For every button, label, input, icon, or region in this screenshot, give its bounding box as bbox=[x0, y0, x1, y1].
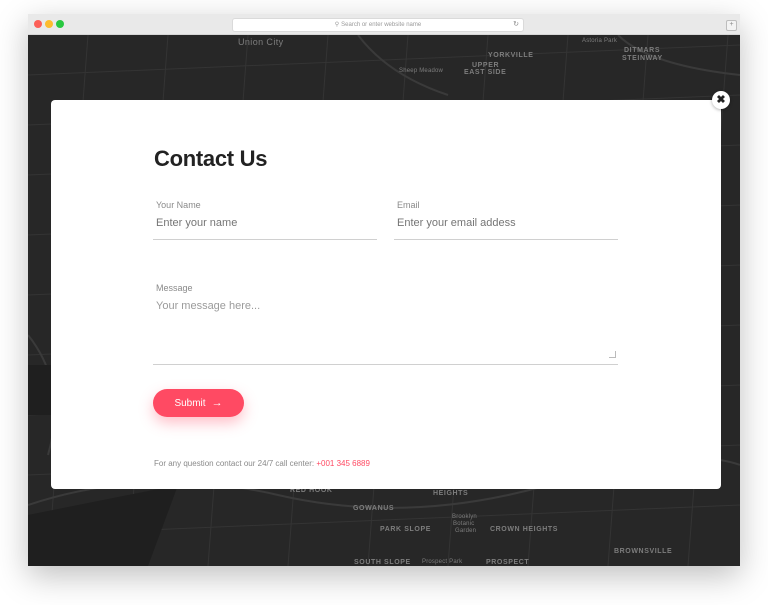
map-label: HEIGHTS bbox=[433, 490, 469, 497]
map-label: PROSPECT bbox=[486, 559, 530, 566]
message-textarea[interactable]: Your message here... bbox=[153, 300, 618, 365]
minimize-window-button[interactable] bbox=[45, 20, 53, 28]
maximize-window-button[interactable] bbox=[56, 20, 64, 28]
map-label: YORKVILLE bbox=[488, 52, 534, 59]
name-input[interactable] bbox=[153, 217, 377, 240]
map-label: STEINWAY bbox=[622, 55, 663, 62]
map-label: PARK SLOPE bbox=[380, 526, 431, 533]
browser-titlebar: ⚲ Search or enter website name ↻ + bbox=[28, 14, 740, 35]
submit-button[interactable]: Submit → bbox=[153, 389, 244, 417]
map-label: UPPER bbox=[472, 62, 500, 69]
magnifier-icon: ⚲ bbox=[334, 22, 340, 28]
resize-handle-icon[interactable] bbox=[609, 351, 616, 358]
map-label: Botanic bbox=[453, 521, 475, 527]
map-label: SOUTH SLOPE bbox=[354, 559, 411, 566]
map-label: Sheep Meadow bbox=[399, 68, 444, 74]
reload-icon[interactable]: ↻ bbox=[513, 19, 519, 31]
contact-modal: Contact Us Your Name Email Message Your … bbox=[51, 100, 721, 489]
page-title: Contact Us bbox=[154, 146, 268, 171]
map-label: Brooklyn bbox=[452, 514, 477, 520]
close-window-button[interactable] bbox=[34, 20, 42, 28]
submit-label: Submit bbox=[174, 398, 206, 409]
address-bar[interactable]: ⚲ Search or enter website name ↻ bbox=[232, 18, 524, 32]
phone-link[interactable]: +001 345 6889 bbox=[316, 459, 370, 468]
arrow-right-icon: → bbox=[211, 397, 223, 409]
map-label: Astoria Park bbox=[582, 38, 618, 44]
map-label: Garden bbox=[455, 528, 477, 534]
email-label: Email bbox=[397, 200, 420, 210]
map-label: BROWNSVILLE bbox=[614, 548, 673, 555]
map-label: Prospect Park bbox=[422, 559, 463, 565]
plus-icon[interactable]: + bbox=[726, 20, 737, 31]
close-icon[interactable]: ✖ bbox=[712, 91, 730, 109]
message-label: Message bbox=[156, 283, 193, 293]
map-label: EAST SIDE bbox=[464, 69, 507, 76]
map-label: CROWN HEIGHTS bbox=[490, 526, 559, 533]
map-label: DITMARS bbox=[624, 47, 661, 54]
map-label: Union City bbox=[238, 37, 284, 47]
name-label: Your Name bbox=[156, 200, 201, 210]
email-input[interactable] bbox=[394, 217, 618, 240]
message-placeholder: Your message here... bbox=[156, 300, 261, 312]
footer-text: For any question contact our 24/7 call c… bbox=[154, 459, 315, 468]
address-placeholder: Search or enter website name bbox=[341, 22, 422, 28]
footer-contact-text: For any question contact our 24/7 call c… bbox=[154, 459, 370, 468]
map-label: GOWANUS bbox=[353, 505, 395, 512]
